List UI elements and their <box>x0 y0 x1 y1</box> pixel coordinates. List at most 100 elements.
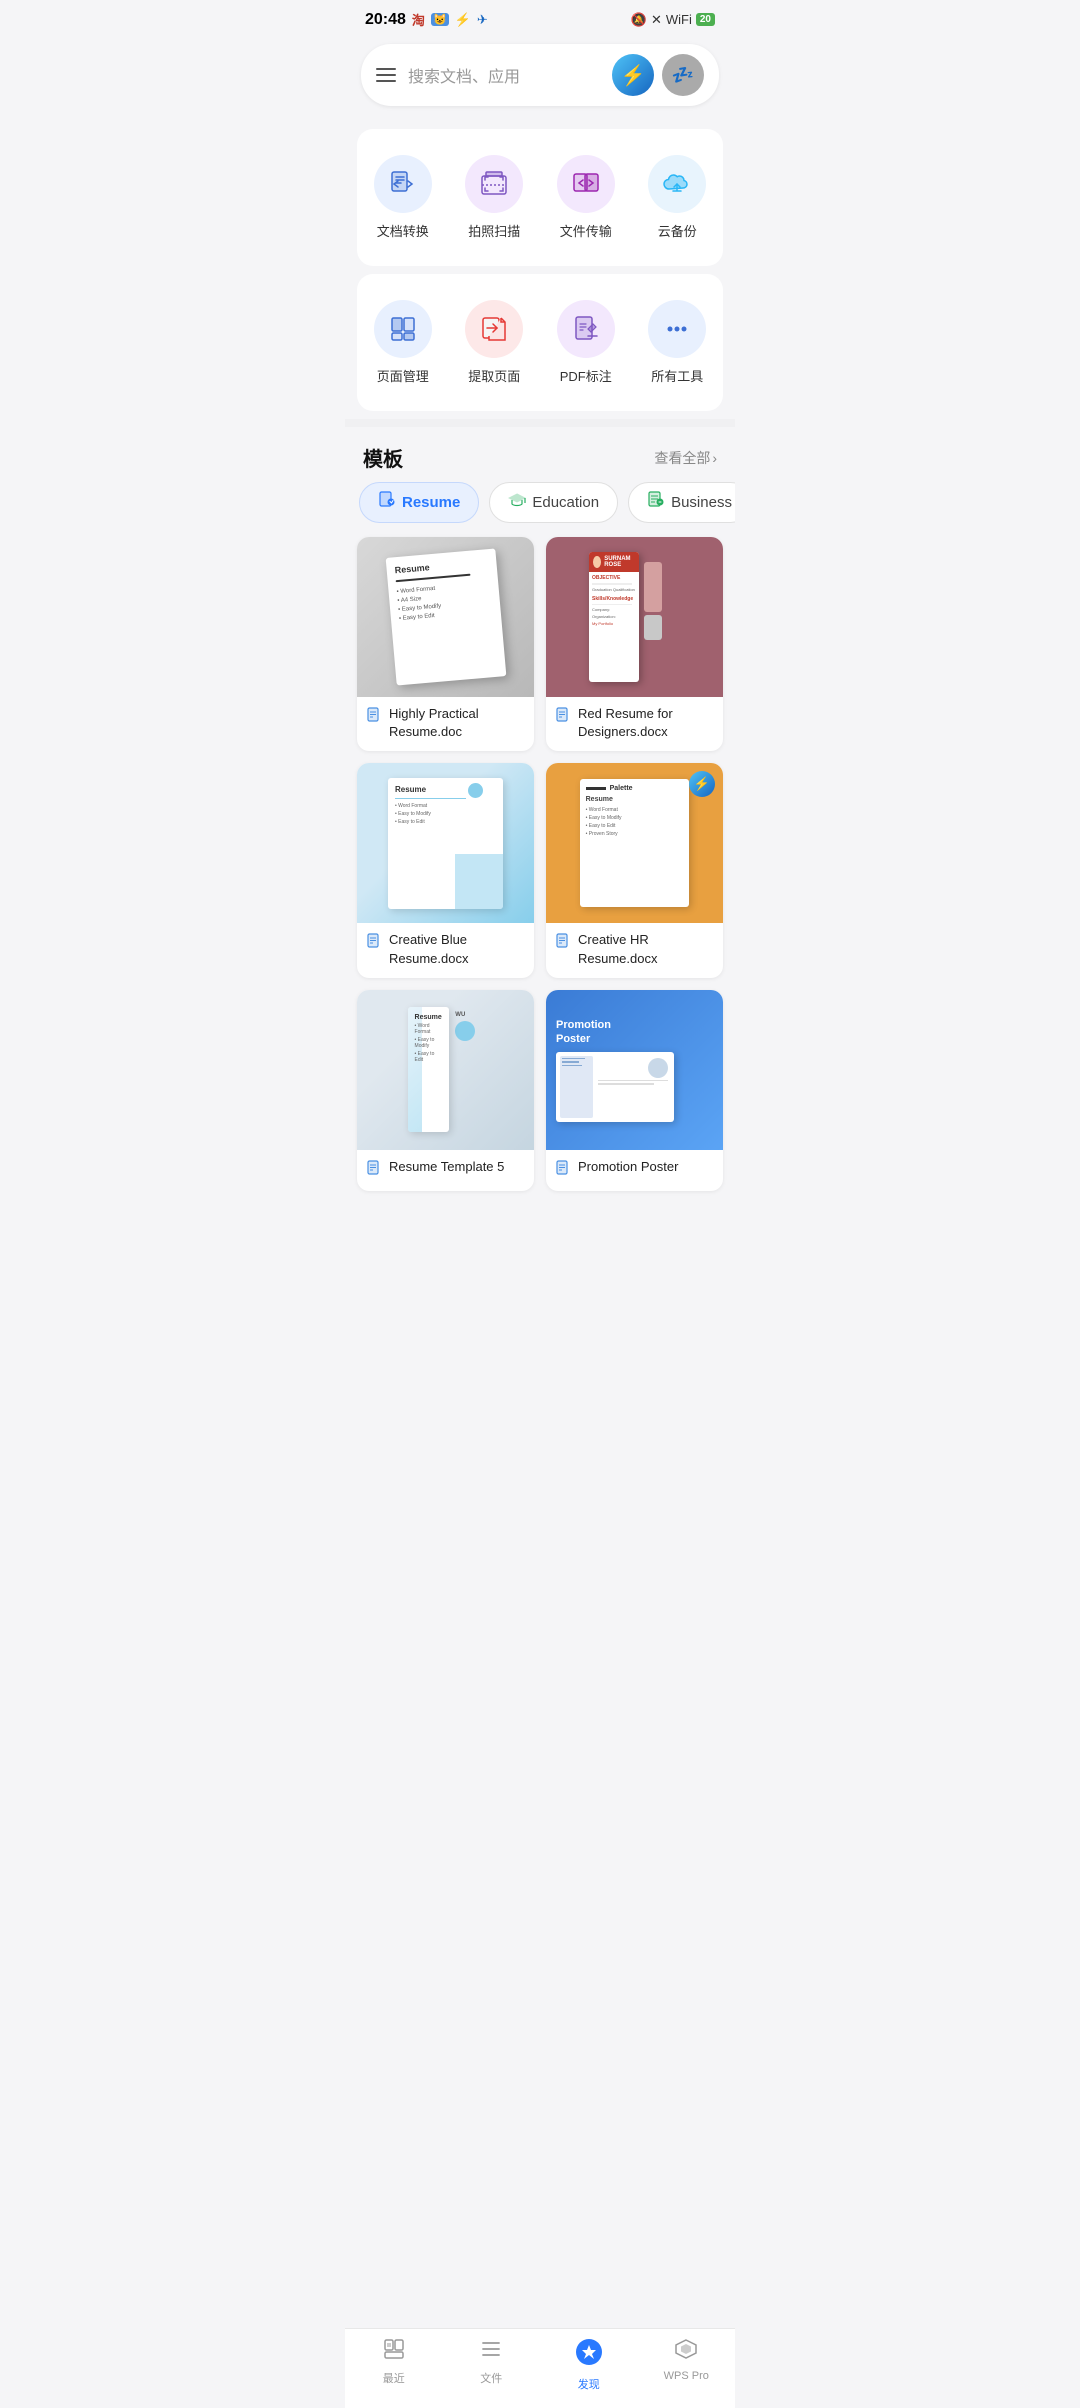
pdf-annotate-label: PDF标注 <box>560 366 612 385</box>
template-card-4[interactable]: Palette Resume • Word Format • Easy to M… <box>546 763 723 977</box>
page-mgmt-icon-wrap <box>374 300 432 358</box>
doc-convert-icon <box>388 169 418 199</box>
template-info-4: Creative HR Resume.docx <box>546 923 723 977</box>
lightning-icon: ⚡ <box>621 63 646 88</box>
search-container: 搜索文档、应用 ⚡ 💤 <box>345 34 735 121</box>
tool-grid-row1: 文档转换 拍照扫描 <box>357 145 723 250</box>
template-card-3[interactable]: Resume • Word Format • Easy to Modify • … <box>357 763 534 977</box>
nav-files-label: 文件 <box>480 2370 502 2386</box>
extract-page-icon <box>479 314 509 344</box>
template-card-6[interactable]: PromotionPoster <box>546 990 723 1191</box>
template-card-5[interactable]: Resume • Word Format • Easy to Modify • … <box>357 990 534 1191</box>
tool-doc-convert[interactable]: 文档转换 <box>357 145 449 250</box>
search-bar[interactable]: 搜索文档、应用 ⚡ 💤 <box>361 44 719 106</box>
view-all-button[interactable]: 查看全部 › <box>654 448 717 468</box>
extract-page-label: 提取页面 <box>468 366 520 385</box>
template-name-3: Creative Blue Resume.docx <box>389 931 524 967</box>
template-card-1[interactable]: Resume • Word Format • A4 Size • Easy to… <box>357 537 534 751</box>
doc-icon-2 <box>556 707 572 728</box>
bottom-nav: 最近 文件 发现 WPS Pro <box>345 2328 735 2408</box>
doc-icon-6 <box>556 1160 572 1181</box>
nav-recent-label: 最近 <box>383 2370 405 2386</box>
taobao-icon: 淘 <box>412 10 425 29</box>
education-tab-label: Education <box>532 494 599 511</box>
files-icon <box>479 2337 503 2366</box>
nav-wps-pro-label: WPS Pro <box>664 2370 709 2382</box>
business-tab-label: Business <box>671 494 732 511</box>
template-thumb-1: Resume • Word Format • A4 Size • Easy to… <box>357 537 534 697</box>
doc-icon-3 <box>367 933 383 954</box>
doc-convert-icon-wrap <box>374 155 432 213</box>
cloud-backup-label: 云备份 <box>658 221 697 240</box>
template-info-1: Highly Practical Resume.doc <box>357 697 534 751</box>
cloud-backup-icon-wrap <box>648 155 706 213</box>
template-name-6: Promotion Poster <box>578 1158 678 1176</box>
menu-line-3 <box>376 80 396 82</box>
template-name-2: Red Resume for Designers.docx <box>578 705 713 741</box>
doc-convert-label: 文档转换 <box>377 221 429 240</box>
cat-tab-education[interactable]: Education <box>489 482 618 523</box>
nav-wps-pro[interactable]: WPS Pro <box>638 2337 736 2392</box>
file-transfer-icon-wrap <box>557 155 615 213</box>
user-avatar[interactable]: 💤 <box>662 54 704 96</box>
mute-icon: 🔕 <box>631 12 647 28</box>
avatar-icon: 💤 <box>672 65 694 86</box>
templates-section: 模板 查看全部 › Resume <box>345 427 735 1191</box>
template-name-5: Resume Template 5 <box>389 1158 504 1176</box>
business-tab-icon <box>647 491 665 514</box>
status-icons: 🔕 ✕ WiFi 20 <box>631 12 715 28</box>
template-card-2[interactable]: SURNAM ROSE OBJECTIVE Graduation Qualifi… <box>546 537 723 751</box>
tool-page-mgmt[interactable]: 页面管理 <box>357 290 449 395</box>
menu-line-2 <box>376 74 396 76</box>
tool-all-tools[interactable]: 所有工具 <box>632 290 724 395</box>
all-tools-icon-wrap <box>648 300 706 358</box>
tool-photo-scan[interactable]: 拍照扫描 <box>449 145 541 250</box>
template-info-3: Creative Blue Resume.docx <box>357 923 534 977</box>
all-tools-label: 所有工具 <box>651 366 703 385</box>
view-all-text: 查看全部 <box>654 448 710 468</box>
view-all-arrow: › <box>712 450 717 466</box>
template-info-2: Red Resume for Designers.docx <box>546 697 723 751</box>
recent-icon <box>382 2337 406 2366</box>
template-thumb-5: Resume • Word Format • Easy to Modify • … <box>357 990 534 1150</box>
doc-icon-5 <box>367 1160 383 1181</box>
nav-recent[interactable]: 最近 <box>345 2337 443 2392</box>
file-transfer-label: 文件传输 <box>560 221 612 240</box>
lightning-button[interactable]: ⚡ <box>612 54 654 96</box>
template-info-5: Resume Template 5 <box>357 1150 534 1191</box>
template-thumb-4: Palette Resume • Word Format • Easy to M… <box>546 763 723 923</box>
cat-tab-business[interactable]: Business <box>628 482 735 523</box>
cat-tab-resume[interactable]: Resume <box>359 482 479 523</box>
nav-discover[interactable]: 发现 <box>540 2337 638 2392</box>
tool-cloud-backup[interactable]: 云备份 <box>632 145 724 250</box>
discover-icon <box>574 2337 604 2372</box>
file-transfer-icon <box>571 169 601 199</box>
wps-pro-icon <box>674 2337 698 2366</box>
menu-button[interactable] <box>376 68 396 82</box>
wifi-icon: WiFi <box>666 12 692 27</box>
status-bar: 20:48 淘 😺 ⚡ ✈ 🔕 ✕ WiFi 20 <box>345 0 735 34</box>
doc-icon-4 <box>556 933 572 954</box>
search-input[interactable]: 搜索文档、应用 <box>408 63 600 87</box>
resume-tab-icon <box>378 491 396 514</box>
template-grid: Resume • Word Format • A4 Size • Easy to… <box>345 537 735 1191</box>
templates-section-header: 模板 查看全部 › <box>345 427 735 482</box>
extract-page-icon-wrap <box>465 300 523 358</box>
search-actions: ⚡ 💤 <box>612 54 704 96</box>
tool-pdf-annotate[interactable]: PDF标注 <box>540 290 632 395</box>
tool-extract-page[interactable]: 提取页面 <box>449 290 541 395</box>
bilibili-icon: 😺 <box>431 13 449 26</box>
tool-file-transfer[interactable]: 文件传输 <box>540 145 632 250</box>
cloud-backup-icon <box>662 169 692 199</box>
templates-title: 模板 <box>363 443 403 472</box>
tool-grid-row2: 页面管理 提取页面 <box>357 290 723 395</box>
category-tabs: Resume Education <box>345 482 735 537</box>
template-thumb-2: SURNAM ROSE OBJECTIVE Graduation Qualifi… <box>546 537 723 697</box>
pdf-annotate-icon-wrap <box>557 300 615 358</box>
tools-section-row2: 页面管理 提取页面 <box>357 274 723 411</box>
template-name-4: Creative HR Resume.docx <box>578 931 713 967</box>
nav-files[interactable]: 文件 <box>443 2337 541 2392</box>
resume-tab-label: Resume <box>402 494 460 511</box>
no-sim-icon: ✕ <box>651 12 662 28</box>
nav-discover-label: 发现 <box>578 2376 600 2392</box>
